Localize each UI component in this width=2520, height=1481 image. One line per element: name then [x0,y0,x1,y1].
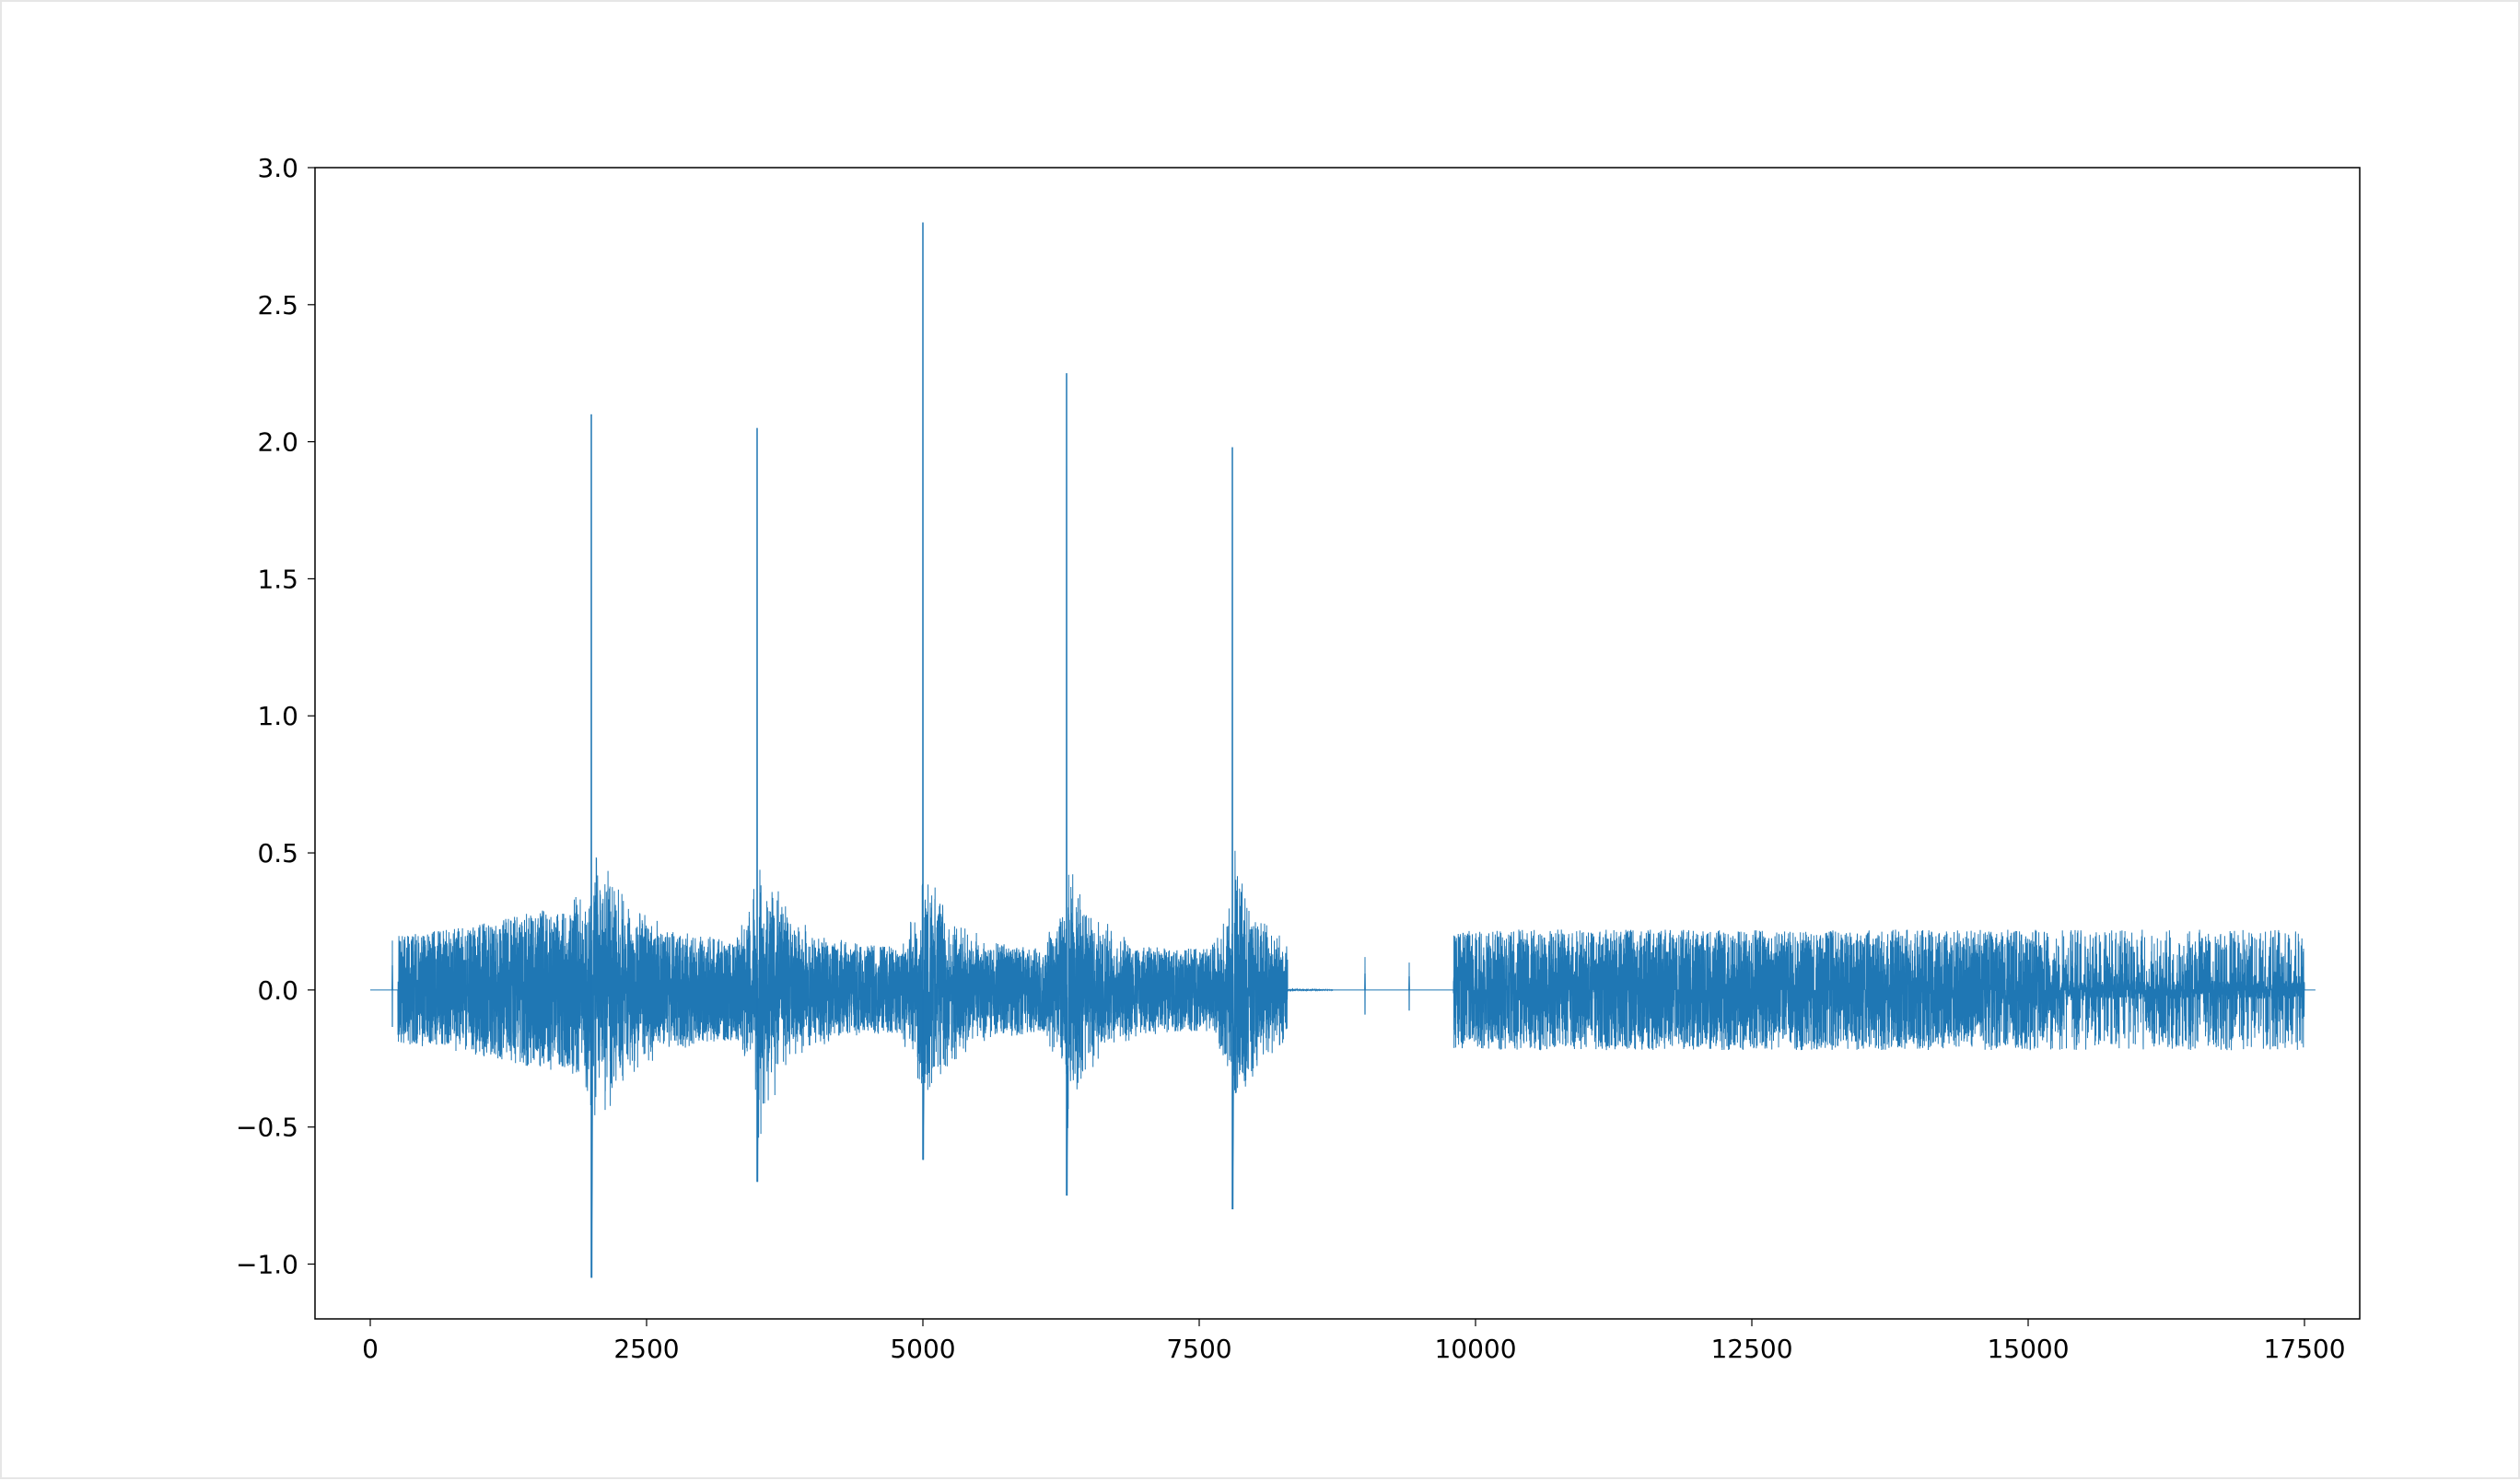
y-tick-label: −0.5 [236,1113,298,1143]
axes-box [315,168,2360,1319]
series-signal [370,223,2316,1278]
y-tick-label: 1.0 [257,701,298,731]
x-tick-label: 7500 [1166,1334,1231,1364]
y-tick-label: 0.5 [257,838,298,869]
x-tick-label: 12500 [1710,1334,1792,1364]
y-tick-label: −1.0 [236,1249,298,1279]
page-root: { "chart_data": { "type": "line", "title… [0,0,2520,1479]
y-tick-label: 2.0 [257,427,298,458]
x-tick-label: 10000 [1434,1334,1516,1364]
figure-panel: { "chart_data": { "type": "line", "title… [0,0,2520,1479]
plot-svg: 0 2500 5000 7500 10000 12500 15000 17500 −1.0 −0.… [2,2,2520,1481]
x-tick-label: 2500 [613,1334,679,1364]
y-tick-label: 2.5 [257,290,298,321]
y-tick-label: 1.5 [257,564,298,594]
x-tick-label: 15000 [1987,1334,2069,1364]
x-tick-label: 0 [362,1334,379,1364]
x-tick-label: 17500 [2263,1334,2345,1364]
y-tick-label: 3.0 [257,153,298,183]
y-tick-label: 0.0 [257,975,298,1006]
x-tick-label: 5000 [890,1334,955,1364]
